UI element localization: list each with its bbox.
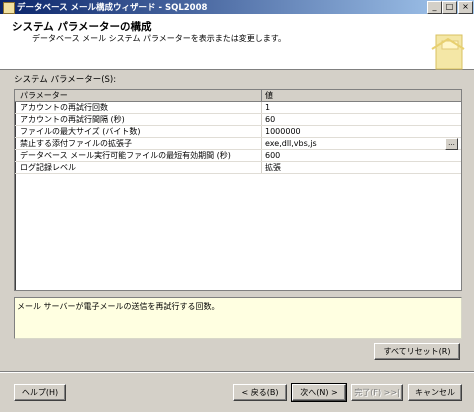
maximize-icon[interactable]: □ — [442, 1, 457, 14]
wizard-header: システム パラメーターの構成 データベース メール システム パラメーターを表示… — [0, 14, 474, 70]
app-icon — [3, 2, 15, 14]
param-value[interactable]: 1 — [265, 102, 450, 113]
help-button[interactable]: ヘルプ(H) — [14, 384, 66, 401]
minimize-icon[interactable]: _ — [427, 1, 442, 14]
param-name: アカウントの再試行回数 — [20, 103, 108, 112]
param-value[interactable]: 1000000 — [265, 126, 450, 137]
column-header-parameter[interactable]: パラメーター — [20, 90, 258, 101]
param-value[interactable]: exe,dll,vbs,js — [265, 138, 450, 149]
cell-divider — [261, 102, 262, 113]
param-name: ファイルの最大サイズ (バイト数) — [20, 127, 141, 136]
cell-divider — [261, 138, 262, 149]
cell-divider — [261, 162, 262, 173]
parameters-grid[interactable]: パラメーター 値 アカウントの再試行回数 1 アカウントの再試行間隔 (秒) 6… — [14, 89, 462, 291]
reset-all-button[interactable]: すべてリセット(R) — [374, 343, 460, 360]
params-label: システム パラメーター(S): — [14, 75, 117, 85]
grid-row[interactable]: アカウントの再試行回数 1 — [15, 102, 461, 114]
ellipsis-button[interactable]: ... — [445, 138, 458, 150]
param-name: データベース メール実行可能ファイルの最短有効期間 (秒) — [20, 151, 231, 160]
description-panel: メール サーバーが電子メールの送信を再試行する回数。 — [14, 297, 462, 339]
wizard-logo-icon — [431, 34, 465, 70]
column-divider[interactable] — [261, 90, 262, 101]
close-icon[interactable]: × — [458, 1, 473, 14]
param-name: ログ記録レベル — [20, 163, 76, 172]
title-bar: データベース メール構成ウィザード - SQL2008 _ □ × — [0, 0, 474, 14]
param-name: アカウントの再試行間隔 (秒) — [20, 115, 125, 124]
cancel-button[interactable]: キャンセル — [408, 384, 462, 401]
param-value[interactable]: 60 — [265, 114, 450, 125]
grid-row[interactable]: 禁止する添付ファイルの拡張子 exe,dll,vbs,js ... — [15, 138, 461, 150]
bottom-divider — [0, 371, 474, 373]
window-title: データベース メール構成ウィザード - SQL2008 — [17, 3, 208, 13]
cell-divider — [261, 126, 262, 137]
param-value[interactable]: 拡張 — [265, 162, 450, 173]
param-value[interactable]: 600 — [265, 150, 450, 161]
finish-button[interactable]: 完了(F) >>| — [351, 384, 403, 401]
page-title: システム パラメーターの構成 — [12, 21, 152, 33]
page-subtitle: データベース メール システム パラメーターを表示または変更します。 — [32, 34, 286, 43]
cell-divider — [261, 150, 262, 161]
description-text: メール サーバーが電子メールの送信を再試行する回数。 — [17, 302, 220, 311]
column-header-value[interactable]: 値 — [265, 90, 450, 101]
cell-divider — [261, 114, 262, 125]
grid-header: パラメーター 値 — [15, 90, 461, 102]
grid-row[interactable]: ログ記録レベル 拡張 — [15, 162, 461, 174]
grid-row[interactable]: アカウントの再試行間隔 (秒) 60 — [15, 114, 461, 126]
grid-row[interactable]: データベース メール実行可能ファイルの最短有効期間 (秒) 600 — [15, 150, 461, 162]
back-button[interactable]: < 戻る(B) — [233, 384, 287, 401]
param-name: 禁止する添付ファイルの拡張子 — [20, 139, 132, 148]
next-button[interactable]: 次へ(N) > — [291, 383, 347, 402]
grid-row[interactable]: ファイルの最大サイズ (バイト数) 1000000 — [15, 126, 461, 138]
